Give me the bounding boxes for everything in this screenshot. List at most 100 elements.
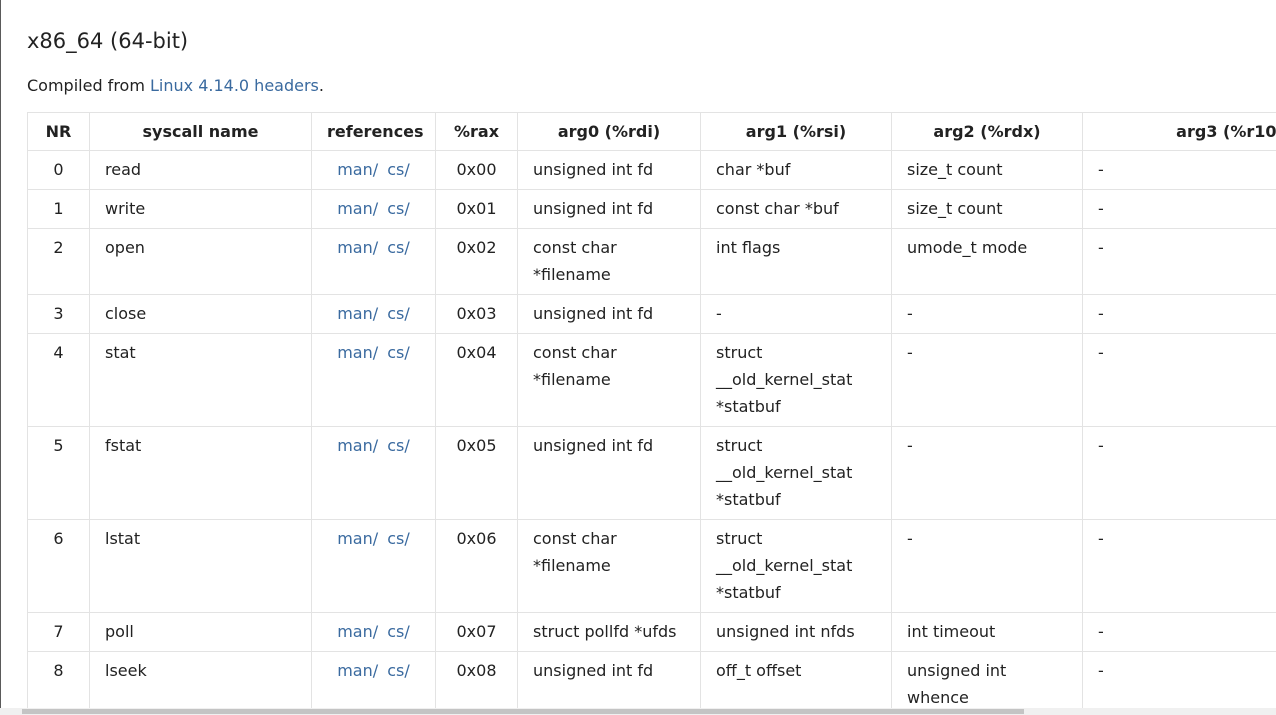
cell-arg2: - [891,519,1083,613]
man-link[interactable]: man/ [337,661,378,680]
page: x86_64 (64-bit) Compiled from Linux 4.14… [0,0,1276,715]
table-row: 7 poll man/ cs/ 0x07 struct pollfd *ufds… [27,612,1276,652]
table-scroll-container[interactable]: NR syscall name references %rax arg0 (%r… [27,112,1276,708]
cell-syscall-name: lseek [89,651,312,708]
man-link[interactable]: man/ [337,529,378,548]
cell-arg0: const char *filename [517,333,701,427]
horizontal-scrollbar[interactable] [0,708,1276,715]
man-link[interactable]: man/ [337,238,378,257]
cs-link[interactable]: cs/ [387,304,410,323]
cell-rax: 0x00 [435,150,518,190]
cell-syscall-name: stat [89,333,312,427]
cs-link[interactable]: cs/ [387,238,410,257]
cs-link[interactable]: cs/ [387,160,410,179]
cell-arg2: - [891,294,1083,334]
cell-arg2: - [891,426,1083,520]
cell-syscall-name: fstat [89,426,312,520]
man-link[interactable]: man/ [337,199,378,218]
cell-arg1: - [700,294,892,334]
cs-link[interactable]: cs/ [387,436,410,455]
cs-link[interactable]: cs/ [387,199,410,218]
cs-link[interactable]: cs/ [387,622,410,641]
cell-syscall-name: open [89,228,312,295]
cell-arg2: unsigned int whence [891,651,1083,708]
header-arg0: arg0 (%rdi) [517,112,701,151]
cell-nr: 1 [27,189,90,229]
left-border [0,0,1,715]
header-syscall-name: syscall name [89,112,312,151]
cs-link[interactable]: cs/ [387,661,410,680]
cell-references: man/ cs/ [311,294,436,334]
cell-references: man/ cs/ [311,612,436,652]
cell-nr: 4 [27,333,90,427]
cell-syscall-name: close [89,294,312,334]
header-rax: %rax [435,112,518,151]
scrollbar-thumb[interactable] [22,709,1024,714]
cell-nr: 6 [27,519,90,613]
cell-references: man/ cs/ [311,150,436,190]
cell-nr: 0 [27,150,90,190]
cell-nr: 3 [27,294,90,334]
header-arg1: arg1 (%rsi) [700,112,892,151]
cell-arg3: - [1082,651,1276,708]
cell-arg3: - [1082,294,1276,334]
cell-rax: 0x06 [435,519,518,613]
cell-arg1: char *buf [700,150,892,190]
cell-rax: 0x04 [435,333,518,427]
linux-headers-link[interactable]: Linux 4.14.0 headers [150,76,319,95]
cs-link[interactable]: cs/ [387,343,410,362]
cell-arg0: unsigned int fd [517,651,701,708]
syscall-table: NR syscall name references %rax arg0 (%r… [27,112,1276,708]
section-title: x86_64 (64-bit) [27,29,189,53]
table-row: 4 stat man/ cs/ 0x04 const char *filenam… [27,333,1276,427]
cell-references: man/ cs/ [311,426,436,520]
cell-references: man/ cs/ [311,189,436,229]
cell-arg2: - [891,333,1083,427]
man-link[interactable]: man/ [337,343,378,362]
cell-arg0: struct pollfd *ufds [517,612,701,652]
cs-link[interactable]: cs/ [387,529,410,548]
cell-arg3: - [1082,612,1276,652]
man-link[interactable]: man/ [337,436,378,455]
cell-arg0: unsigned int fd [517,189,701,229]
cell-arg1: int flags [700,228,892,295]
cell-rax: 0x02 [435,228,518,295]
table-row: 8 lseek man/ cs/ 0x08 unsigned int fd of… [27,651,1276,708]
table-row: 3 close man/ cs/ 0x03 unsigned int fd - … [27,294,1276,334]
cell-arg1: const char *buf [700,189,892,229]
header-nr: NR [27,112,90,151]
cell-nr: 7 [27,612,90,652]
table-row: 2 open man/ cs/ 0x02 const char *filenam… [27,228,1276,295]
man-link[interactable]: man/ [337,160,378,179]
cell-arg0: const char *filename [517,228,701,295]
cell-references: man/ cs/ [311,228,436,295]
cell-arg0: unsigned int fd [517,426,701,520]
cell-rax: 0x01 [435,189,518,229]
table-row: 5 fstat man/ cs/ 0x05 unsigned int fd st… [27,426,1276,520]
table-header-row: NR syscall name references %rax arg0 (%r… [27,112,1276,151]
cell-references: man/ cs/ [311,333,436,427]
header-arg2: arg2 (%rdx) [891,112,1083,151]
cell-arg1: struct __old_kernel_stat *statbuf [700,426,892,520]
cell-arg1: unsigned int nfds [700,612,892,652]
cell-rax: 0x07 [435,612,518,652]
intro-prefix: Compiled from [27,76,150,95]
cell-arg3: - [1082,189,1276,229]
cell-references: man/ cs/ [311,651,436,708]
cell-nr: 2 [27,228,90,295]
cell-nr: 8 [27,651,90,708]
cell-arg3: - [1082,426,1276,520]
cell-arg0: unsigned int fd [517,294,701,334]
cell-syscall-name: read [89,150,312,190]
cell-syscall-name: poll [89,612,312,652]
cell-arg2: size_t count [891,150,1083,190]
table-row: 6 lstat man/ cs/ 0x06 const char *filena… [27,519,1276,613]
cell-arg2: int timeout [891,612,1083,652]
table-body: 0 read man/ cs/ 0x00 unsigned int fd cha… [27,150,1276,708]
table-row: 0 read man/ cs/ 0x00 unsigned int fd cha… [27,150,1276,190]
cell-rax: 0x05 [435,426,518,520]
cell-rax: 0x03 [435,294,518,334]
man-link[interactable]: man/ [337,304,378,323]
man-link[interactable]: man/ [337,622,378,641]
cell-arg3: - [1082,333,1276,427]
